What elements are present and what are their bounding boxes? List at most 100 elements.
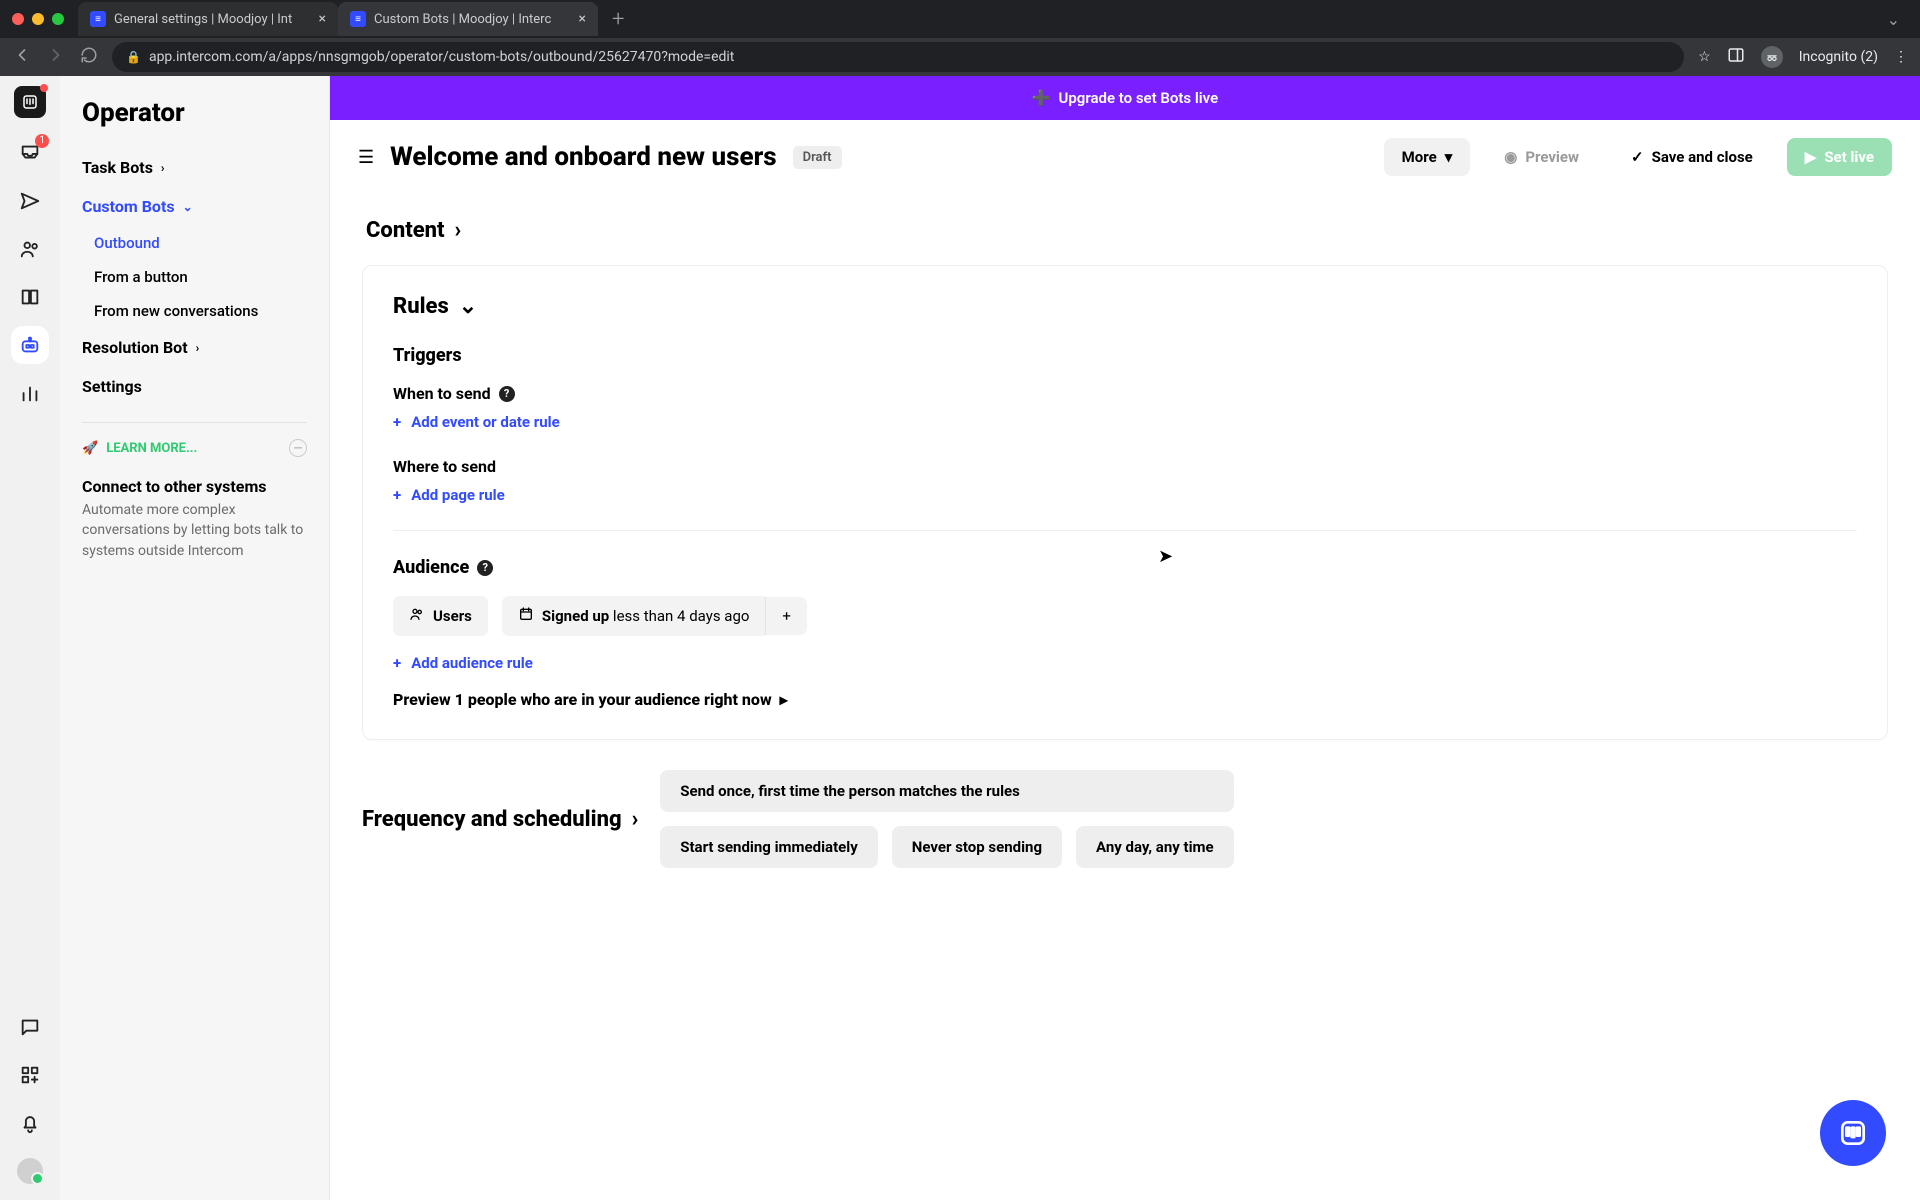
learn-connect-desc: Automate more complex conversations by l… (60, 500, 329, 561)
send-icon[interactable] (17, 188, 43, 214)
browser-tab-1[interactable]: ≡ General settings | Moodjoy | Int × (78, 2, 338, 36)
rocket-icon: 🚀 (82, 441, 98, 456)
back-button[interactable] (12, 45, 32, 69)
intercom-messenger-fab[interactable] (1820, 1100, 1886, 1166)
freq-pill-send-once[interactable]: Send once, first time the person matches… (660, 770, 1233, 812)
user-avatar[interactable] (17, 1158, 43, 1184)
play-circle-icon: ◉ (1504, 148, 1517, 166)
inbox-icon[interactable]: 1 (17, 140, 43, 166)
intercom-logo[interactable] (14, 86, 46, 118)
notification-bell-icon[interactable] (17, 1110, 43, 1136)
save-and-close-button[interactable]: ✓Save and close (1613, 138, 1771, 176)
upgrade-arrow-icon: ➕ (1032, 89, 1051, 107)
chevron-down-icon: ⌄ (459, 294, 477, 319)
add-page-rule-button[interactable]: +Add page rule (393, 486, 1857, 504)
incognito-avatar-icon[interactable] (1761, 46, 1783, 68)
status-badge: Draft (793, 146, 842, 169)
chevron-right-icon: › (196, 341, 200, 355)
collapse-icon[interactable]: — (289, 439, 307, 457)
nav-task-bots[interactable]: Task Bots› (60, 148, 329, 187)
upgrade-text: Upgrade to set Bots live (1059, 89, 1219, 107)
chevron-right-icon: › (455, 218, 462, 243)
nav-custom-bots[interactable]: Custom Bots⌄ (60, 187, 329, 226)
close-tab-icon[interactable]: × (319, 11, 326, 27)
learn-connect-title[interactable]: Connect to other systems (60, 463, 329, 500)
frequency-section-header[interactable]: Frequency and scheduling› (362, 807, 638, 832)
set-live-button[interactable]: ▶Set live (1787, 138, 1892, 176)
tab-1-label: General settings | Moodjoy | Int (114, 12, 292, 27)
bookmark-star-icon[interactable]: ☆ (1698, 49, 1711, 65)
window-zoom-icon[interactable] (52, 13, 64, 25)
rules-card: Rules⌄ Triggers When to send ? +Add even… (362, 265, 1888, 740)
help-icon[interactable]: ? (477, 560, 493, 576)
window-close-icon[interactable] (12, 13, 24, 25)
add-audience-rule-button[interactable]: +Add audience rule (393, 654, 1857, 672)
tab-2-label: Custom Bots | Moodjoy | Interc (374, 12, 551, 27)
play-filled-icon: ▶ (1805, 148, 1817, 166)
intercom-favicon: ≡ (350, 11, 366, 27)
operator-icon[interactable] (17, 332, 43, 358)
reports-icon[interactable] (17, 380, 43, 406)
articles-icon[interactable] (17, 284, 43, 310)
more-button[interactable]: More▾ (1384, 138, 1471, 176)
chevron-down-icon: ⌄ (183, 200, 193, 214)
nav-from-new-conversations[interactable]: From new conversations (60, 294, 329, 328)
new-tab-button[interactable]: + (612, 7, 624, 32)
lock-icon: 🔒 (126, 50, 141, 64)
app-rail: 1 (0, 76, 60, 1200)
where-to-send-label: Where to send (393, 457, 1857, 476)
incognito-label: Incognito (2) (1799, 49, 1878, 65)
close-tab-icon[interactable]: × (579, 11, 586, 27)
triggers-heading: Triggers (393, 345, 1857, 366)
url-text: app.intercom.com/a/apps/nnsgmgob/operato… (149, 49, 734, 65)
audience-chip-signed-up[interactable]: Signed up less than 4 days ago (502, 596, 766, 636)
add-condition-button[interactable]: + (765, 597, 807, 635)
chevron-right-icon: › (632, 807, 639, 832)
audience-heading: Audience ? (393, 557, 1857, 578)
apps-icon[interactable] (17, 1062, 43, 1088)
sidebar-toggle-icon[interactable]: ☰ (358, 147, 374, 168)
plus-icon: + (393, 413, 401, 431)
nav-settings[interactable]: Settings (60, 367, 329, 406)
learn-more-header[interactable]: 🚀 LEARN MORE... — (60, 433, 329, 463)
audience-preview-link[interactable]: Preview 1 people who are in your audienc… (393, 690, 1857, 709)
inbox-badge: 1 (35, 134, 49, 148)
secondary-nav: Operator Task Bots› Custom Bots⌄ Outboun… (60, 76, 330, 1200)
freq-pill-any-day[interactable]: Any day, any time (1076, 826, 1234, 868)
kebab-menu-icon[interactable]: ⋮ (1894, 49, 1908, 65)
preview-button[interactable]: ◉Preview (1486, 138, 1597, 176)
audience-chip-users[interactable]: Users (393, 596, 488, 636)
add-event-rule-button[interactable]: +Add event or date rule (393, 413, 1857, 431)
page-title: Welcome and onboard new users (390, 142, 776, 172)
intercom-favicon: ≡ (90, 11, 106, 27)
nav-resolution-bot[interactable]: Resolution Bot› (60, 328, 329, 367)
users-icon (409, 606, 425, 626)
freq-pill-start-immediately[interactable]: Start sending immediately (660, 826, 878, 868)
content-section-header[interactable]: Content› (362, 204, 1888, 265)
chevron-right-icon: › (161, 161, 165, 175)
plus-icon: + (393, 654, 401, 672)
nav-outbound[interactable]: Outbound (60, 226, 329, 260)
freq-pill-never-stop[interactable]: Never stop sending (892, 826, 1062, 868)
panel-icon[interactable] (1727, 46, 1745, 68)
forward-button[interactable] (46, 45, 66, 69)
help-icon[interactable]: ? (499, 386, 515, 402)
caret-down-icon: ▾ (1445, 148, 1453, 166)
browser-tab-2[interactable]: ≡ Custom Bots | Moodjoy | Interc × (338, 2, 598, 36)
address-bar[interactable]: 🔒 app.intercom.com/a/apps/nnsgmgob/opera… (112, 42, 1684, 72)
conversation-icon[interactable] (17, 1014, 43, 1040)
when-to-send-label: When to send ? (393, 384, 1857, 403)
calendar-icon (518, 606, 534, 626)
plus-icon: + (782, 607, 791, 625)
window-minimize-icon[interactable] (32, 13, 44, 25)
contacts-icon[interactable] (17, 236, 43, 262)
reload-button[interactable] (80, 46, 98, 68)
caret-right-icon: ▸ (780, 690, 788, 709)
plus-icon: + (393, 486, 401, 504)
check-icon: ✓ (1631, 148, 1644, 166)
nav-title: Operator (60, 98, 329, 148)
tabs-overflow-icon[interactable]: ⌄ (1887, 10, 1900, 29)
nav-from-button[interactable]: From a button (60, 260, 329, 294)
upgrade-banner[interactable]: ➕ Upgrade to set Bots live (330, 76, 1920, 120)
rules-section-header[interactable]: Rules⌄ (393, 294, 1857, 319)
